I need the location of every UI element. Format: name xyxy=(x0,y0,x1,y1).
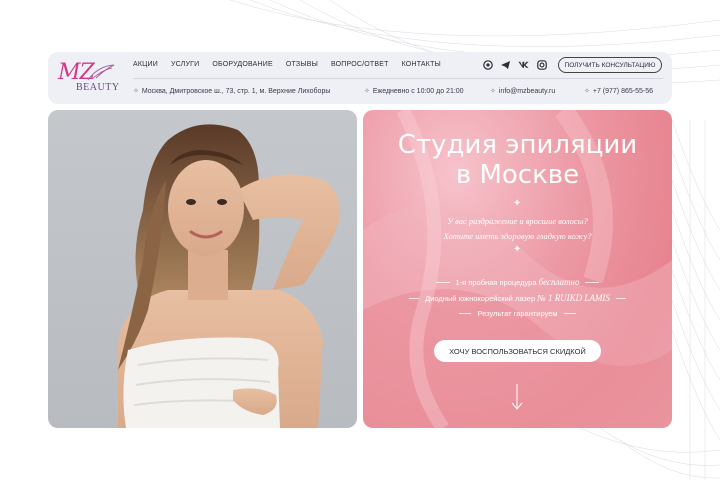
telegram-icon[interactable] xyxy=(500,59,511,70)
feature-line-left xyxy=(409,297,420,299)
hero-question-2: Хотите иметь здоровую гладкую кожу? xyxy=(443,231,592,241)
nav-item-contacts[interactable]: КОНТАКТЫ xyxy=(402,61,441,68)
main-nav: АКЦИИ УСЛУГИ ОБОРУДОВАНИЕ ОТЗЫВЫ ВОПРОС/… xyxy=(133,61,454,68)
feature-line-left xyxy=(435,281,450,283)
get-consultation-button[interactable]: ПОЛУЧИТЬ КОНСУЛЬТАЦИЮ xyxy=(558,57,662,73)
hero-title-line2: в Москве xyxy=(455,160,580,190)
brand-logo[interactable]: MZ BEAUTY xyxy=(56,60,120,100)
email-info[interactable]: ✧ info@mzbeauty.ru xyxy=(490,87,555,96)
arrow-down-icon[interactable] xyxy=(509,382,525,412)
hero-promo-panel: Студия эпиляции в Москве ✦ У вас раздраж… xyxy=(363,110,672,428)
feature-laser-emph: № 1 RUIKD LAMIS xyxy=(537,293,610,303)
sparkle-icon: ✧ xyxy=(133,88,139,95)
sparkle-icon: ✧ xyxy=(584,88,590,95)
sparkle-icon: ✦ xyxy=(513,198,522,209)
feature-guarantee: Результат гарантируем xyxy=(363,309,672,318)
feature-line-right xyxy=(615,297,626,299)
feature-laser-text: Диодный южнокорейский лазер xyxy=(425,293,538,303)
nav-item-faq[interactable]: ВОПРОС/ОТВЕТ xyxy=(331,61,389,68)
instagram-icon[interactable] xyxy=(536,59,547,70)
nav-item-services[interactable]: УСЛУГИ xyxy=(171,61,199,68)
hours-info: ✧ Ежедневно с 10:00 до 21:00 xyxy=(364,87,464,96)
email-link[interactable]: info@mzbeauty.ru xyxy=(499,88,555,95)
feature-line-left xyxy=(459,313,472,314)
hours-text: Ежедневно с 10:00 до 21:00 xyxy=(372,87,464,95)
address-text: Москва, Дмитровское ш., 73, стр. 1, м. В… xyxy=(141,87,331,95)
hero-photo xyxy=(48,110,357,428)
vk-icon[interactable] xyxy=(518,59,529,70)
whatsapp-icon[interactable] xyxy=(482,59,493,70)
get-discount-button[interactable]: ХОЧУ ВОСПОЛЬЗОВАТЬСЯ СКИДКОЙ xyxy=(434,340,601,362)
woman-in-towel-image xyxy=(118,124,341,428)
phone-info[interactable]: ✧ +7 (977) 865-55-56 xyxy=(584,87,653,96)
nav-item-reviews[interactable]: ОТЗЫВЫ xyxy=(286,61,318,68)
social-links xyxy=(482,59,547,70)
feature-line-right xyxy=(585,281,600,283)
logo-beauty-text: BEAUTY xyxy=(76,82,120,93)
feature-free-trial-emph: бесплатно xyxy=(538,277,580,287)
feature-guarantee-text: Результат гарантируем xyxy=(477,309,558,318)
sparkle-icon: ✧ xyxy=(364,88,370,95)
header-divider xyxy=(133,78,663,79)
feature-free-trial: 1-я пробная процедура бесплатно xyxy=(363,277,672,287)
phone-link[interactable]: +7 (977) 865-55-56 xyxy=(593,88,653,95)
sparkle-icon: ✧ xyxy=(490,88,496,95)
site-header: MZ BEAUTY АКЦИИ УСЛУГИ ОБОРУДОВАНИЕ ОТЗЫ… xyxy=(48,52,672,104)
hero-title-line1: Студия эпиляции xyxy=(397,130,638,160)
nav-item-promotions[interactable]: АКЦИИ xyxy=(133,61,158,68)
hero-question-1: У вас раздражение и вросшие волосы? xyxy=(447,216,588,226)
feature-free-trial-text: 1-я пробная процедура xyxy=(455,277,539,287)
sparkle-icon: ✦ xyxy=(513,244,522,255)
logo-feather-icon xyxy=(87,64,115,81)
nav-item-equipment[interactable]: ОБОРУДОВАНИЕ xyxy=(212,61,273,68)
feature-line-right xyxy=(563,313,576,314)
address-info[interactable]: ✧ Москва, Дмитровское ш., 73, стр. 1, м.… xyxy=(133,87,331,96)
feature-laser: Диодный южнокорейский лазер № 1 RUIKD LA… xyxy=(363,293,672,303)
